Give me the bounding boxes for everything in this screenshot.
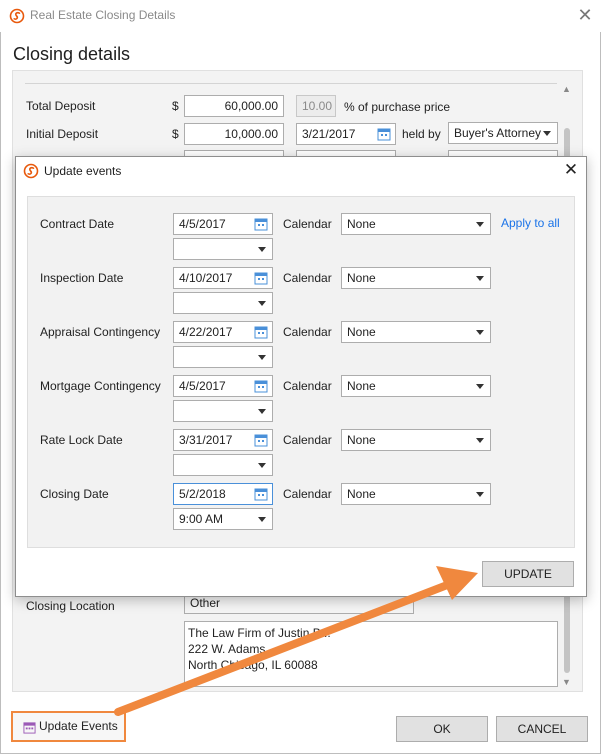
chevron-up-icon[interactable]: ▲ [562,84,571,94]
calendar-icon[interactable] [254,487,268,501]
calendar-label: Calendar [283,325,332,339]
address-line: The Law Firm of Justin B... [188,626,331,640]
event-time-select[interactable] [173,454,273,476]
calendar-icon [23,722,36,734]
event-date-input[interactable]: 5/2/2018 [173,483,273,505]
initial-deposit-input[interactable]: 10,000.00 [184,123,284,145]
total-deposit-label: Total Deposit [26,99,96,113]
event-date-text: 4/10/2017 [179,271,233,285]
event-time-text: 9:00 AM [179,512,224,526]
closing-location-type[interactable]: Other [184,594,414,614]
calendar-label: Calendar [283,271,332,285]
calendar-icon[interactable] [254,217,268,231]
event-date-input[interactable]: 4/10/2017 [173,267,273,289]
initial-deposit-label: Initial Deposit [26,127,99,141]
calendar-value: None [347,487,376,501]
calendar-select[interactable]: None [341,213,491,235]
initial-deposit-date-input[interactable]: 3/21/2017 [296,123,396,145]
event-date-input[interactable]: 4/5/2017 [173,213,273,235]
chevron-down-icon [258,301,266,306]
chevron-down-icon [476,384,484,389]
dialog-title: Update events [44,164,122,178]
event-date-text: 4/22/2017 [179,325,233,339]
calendar-label: Calendar [283,379,332,393]
apply-to-all-link[interactable]: Apply to all [501,216,560,230]
event-date-text: 5/2/2018 [179,487,226,501]
calendar-value: None [347,271,376,285]
currency-symbol: $ [172,127,179,141]
calendar-icon[interactable] [254,325,268,339]
total-deposit-input[interactable]: 60,000.00 [184,95,284,117]
event-name: Contract Date [40,217,115,231]
percent-label: % of purchase price [344,100,451,114]
calendar-label: Calendar [283,433,332,447]
initial-deposit-date-text: 3/21/2017 [302,127,356,141]
calendar-icon[interactable] [377,127,391,141]
address-line: 222 W. Adams [188,642,266,656]
chevron-down-icon [476,222,484,227]
calendar-select[interactable]: None [341,267,491,289]
held-by-select[interactable]: Buyer's Attorney [448,122,558,144]
event-name: Rate Lock Date [40,433,123,447]
event-name: Mortgage Contingency [40,379,161,393]
event-time-select[interactable] [173,346,273,368]
event-date-input[interactable]: 3/31/2017 [173,429,273,451]
close-icon[interactable]: ✕ [561,160,581,180]
update-events-button[interactable]: Update Events [11,711,126,742]
chevron-down-icon [543,131,551,136]
update-button[interactable]: UPDATE [482,561,574,587]
event-time-select[interactable]: 9:00 AM [173,508,273,530]
app-logo-icon [9,8,25,24]
close-icon[interactable]: ✕ [575,4,595,26]
calendar-label: Calendar [283,487,332,501]
calendar-icon[interactable] [254,433,268,447]
address-line: North Chicago, IL 60088 [188,658,318,672]
event-date-text: 4/5/2017 [179,217,226,231]
chevron-down-icon [258,463,266,468]
calendar-value: None [347,433,376,447]
chevron-down-icon [476,330,484,335]
cancel-button[interactable]: CANCEL [496,716,588,742]
event-name: Inspection Date [40,271,124,285]
app-logo-icon [23,163,39,179]
update-events-label: Update Events [39,719,118,733]
chevron-down-icon[interactable]: ▼ [562,677,571,687]
chevron-down-icon [476,276,484,281]
calendar-label: Calendar [283,217,332,231]
percent-input: 10.00 [296,95,336,117]
chevron-down-icon [258,247,266,252]
calendar-icon[interactable] [254,379,268,393]
chevron-down-icon [258,517,266,522]
event-date-text: 4/5/2017 [179,379,226,393]
calendar-select[interactable]: None [341,483,491,505]
window-title: Real Estate Closing Details [30,8,176,22]
chevron-down-icon [258,409,266,414]
calendar-value: None [347,379,376,393]
calendar-value: None [347,217,376,231]
address-textarea[interactable]: The Law Firm of Justin B... 222 W. Adams… [184,621,558,687]
page-title: Closing details [13,44,131,64]
calendar-select[interactable]: None [341,375,491,397]
calendar-value: None [347,325,376,339]
event-time-select[interactable] [173,292,273,314]
event-time-select[interactable] [173,400,273,422]
event-name: Closing Date [40,487,109,501]
event-date-text: 3/31/2017 [179,433,233,447]
currency-symbol: $ [172,99,179,113]
calendar-select[interactable]: None [341,321,491,343]
event-date-input[interactable]: 4/22/2017 [173,321,273,343]
closing-location-label: Closing Location [26,599,115,613]
event-name: Appraisal Contingency [40,325,161,339]
held-by-value: Buyer's Attorney [454,126,541,140]
ok-button[interactable]: OK [396,716,488,742]
divider [25,83,557,84]
calendar-select[interactable]: None [341,429,491,451]
chevron-down-icon [258,355,266,360]
event-time-select[interactable] [173,238,273,260]
held-by-label: held by [402,127,441,141]
chevron-down-icon [476,438,484,443]
event-date-input[interactable]: 4/5/2017 [173,375,273,397]
calendar-icon[interactable] [254,271,268,285]
chevron-down-icon [476,492,484,497]
